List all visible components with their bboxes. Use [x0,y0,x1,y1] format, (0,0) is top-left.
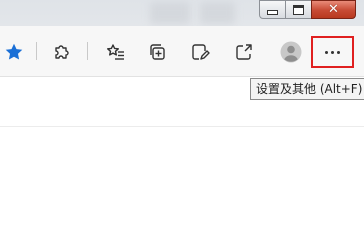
favorites-list-icon [107,44,124,60]
favorite-button[interactable] [2,40,26,64]
more-button[interactable] [311,36,354,68]
favorites-button[interactable] [104,40,128,64]
favorite-star-icon [5,43,23,60]
web-capture-button[interactable] [188,40,212,64]
blurred-title-text [150,2,190,24]
window-titlebar: ✕ [0,0,364,26]
page-divider [0,126,364,127]
minimize-button[interactable] [259,0,286,19]
more-icon [325,50,340,54]
extensions-button[interactable] [50,40,74,64]
share-icon [236,44,252,60]
restore-icon [293,4,304,15]
collections-icon [150,44,165,60]
share-button[interactable] [232,40,256,64]
close-button[interactable]: ✕ [311,0,356,19]
web-capture-icon [192,44,210,60]
extensions-icon [55,45,69,59]
collections-button[interactable] [145,40,169,64]
toolbar-divider [36,42,37,60]
more-tooltip: 设置及其他 (Alt+F) [250,78,364,100]
blurred-title-text [200,2,235,24]
minimize-icon [267,10,278,15]
browser-toolbar [0,26,364,77]
close-icon: ✕ [328,2,339,17]
toolbar-divider [87,42,88,60]
profile-avatar-icon [280,41,302,63]
profile-button[interactable] [279,40,303,64]
restore-button[interactable] [285,0,312,19]
